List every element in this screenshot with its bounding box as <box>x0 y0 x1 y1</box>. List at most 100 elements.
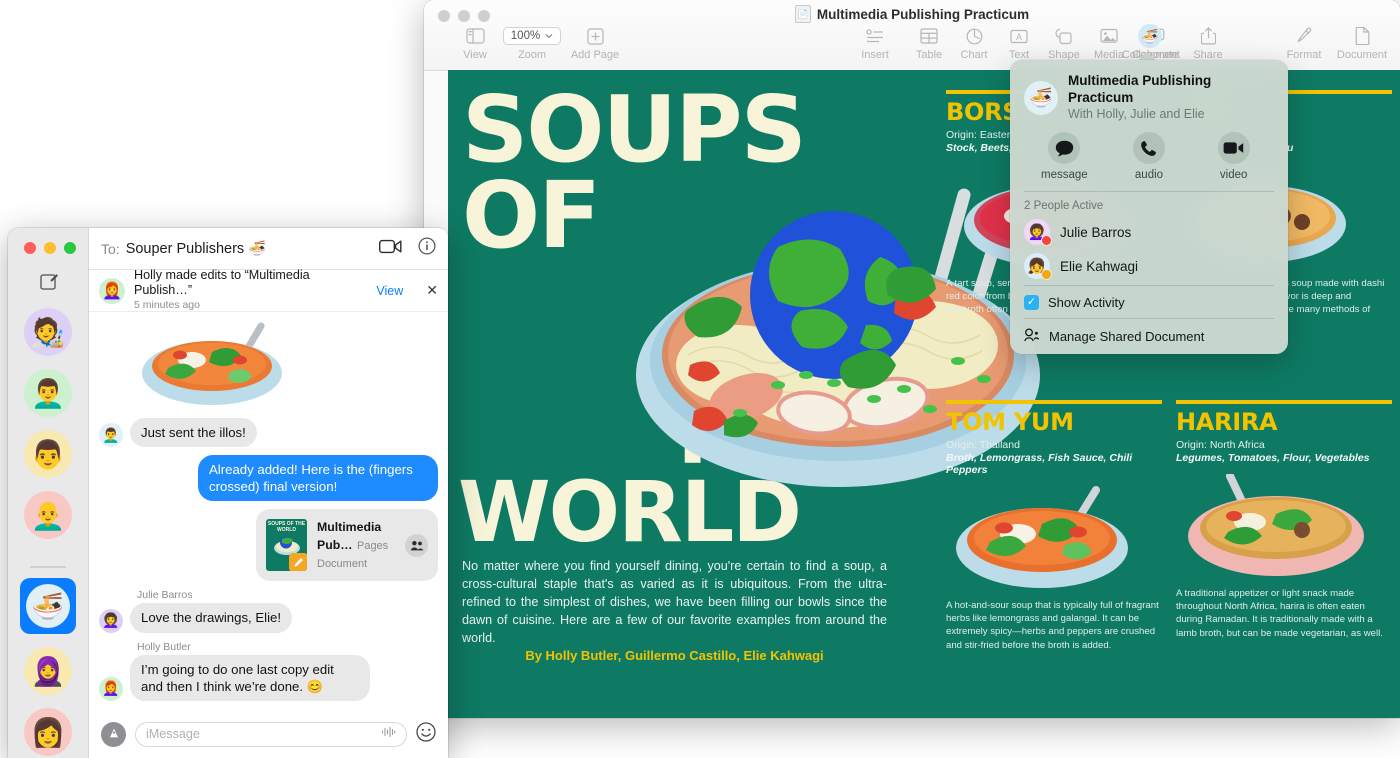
person-elie-kahwagi[interactable]: 👧 Elie Kahwagi <box>1010 249 1288 283</box>
minimize-button[interactable] <box>44 242 56 254</box>
recipe-origin: Origin: North Africa <box>1176 439 1392 451</box>
search-input[interactable]: iMessage <box>135 722 407 747</box>
recipe-name: TOM YUM <box>946 408 1162 436</box>
message-row: 👨‍🦱 Just sent the illos! <box>99 418 438 447</box>
active-people-header: 2 People Active <box>1010 194 1288 215</box>
toolbar-view-label: View <box>463 49 487 61</box>
format-brush-icon <box>1295 24 1313 48</box>
to-label: To: <box>101 241 120 257</box>
message-bubble[interactable]: I’m going to do one last copy edit and t… <box>130 655 370 701</box>
popover-divider <box>1024 285 1274 286</box>
message-image-bubble[interactable] <box>130 318 296 410</box>
thumbnail-title: SOUPS OF THE WORLD <box>266 522 307 533</box>
avatar: 👨‍🦱 <box>31 377 66 410</box>
pages-badge-icon <box>289 553 307 571</box>
sidebar-divider <box>30 566 66 568</box>
collaborate-avatar-icon: 🍜 <box>1138 24 1162 48</box>
person-name: Julie Barros <box>1060 225 1131 240</box>
info-circle-icon[interactable] <box>418 237 436 260</box>
avatar: 👩‍🦱 <box>1024 219 1050 245</box>
window-title-text: Multimedia Publishing Practicum <box>817 7 1029 22</box>
table-icon <box>920 24 938 48</box>
show-activity-label: Show Activity <box>1048 295 1125 310</box>
toolbar-share[interactable]: Share <box>1173 24 1243 61</box>
popover-doc-title: Multimedia Publishing Practicum <box>1068 73 1274 107</box>
recipient-name[interactable]: Souper Publishers 🍜 <box>126 240 267 257</box>
avatar: 🧑‍🎨 <box>31 316 66 349</box>
compose-bar: iMessage <box>89 710 448 758</box>
zoom-value: 100% <box>511 30 540 42</box>
toolbar-add-page[interactable]: Add Page <box>560 24 630 61</box>
compose-icon[interactable] <box>40 272 58 290</box>
message-action-label: message <box>1041 169 1088 181</box>
app-store-icon[interactable] <box>101 722 126 747</box>
toolbar-zoom-label: Zoom <box>518 49 546 61</box>
message-thread[interactable]: 👨‍🦱 Just sent the illos! Already added! … <box>89 312 448 710</box>
message-row: Already added! Here is the (fingers cros… <box>99 455 438 501</box>
message-bubble[interactable]: Just sent the illos! <box>130 418 257 447</box>
chevron-down-icon <box>545 33 553 39</box>
message-row: 👩‍🦰 I’m going to do one last copy edit a… <box>99 655 438 701</box>
zoom-popup-button[interactable]: 100% <box>503 27 561 45</box>
popover-participants: With Holly, Julie and Elie <box>1068 107 1274 123</box>
messages-main: To: Souper Publishers 🍜 👩‍🦰 Holly made e… <box>89 228 448 758</box>
manage-shared-document-button[interactable]: Manage Shared Document <box>1010 321 1288 348</box>
message-sender-name: Julie Barros <box>137 589 438 601</box>
person-julie-barros[interactable]: 👩‍🦱 Julie Barros <box>1010 215 1288 249</box>
poster-body-text: No matter where you find yourself dining… <box>462 558 887 647</box>
banner-view-button[interactable]: View <box>376 284 403 298</box>
recipe-description: A traditional appetizer or light snack m… <box>1176 587 1392 640</box>
sidebar-conversation-4[interactable]: 👨‍🦲 <box>24 491 72 539</box>
avatar: 👨‍🦲 <box>31 499 66 532</box>
message-bubble[interactable]: Already added! Here is the (fingers cros… <box>198 455 438 501</box>
shape-icon <box>1055 24 1073 48</box>
video-camera-icon <box>1218 132 1250 164</box>
audio-waveform-icon[interactable] <box>381 725 396 743</box>
toolbar-document[interactable]: Document <box>1327 24 1397 61</box>
person-name: Elie Kahwagi <box>1060 259 1138 274</box>
window-controls[interactable] <box>24 242 76 254</box>
close-button[interactable] <box>24 242 36 254</box>
video-action-button[interactable]: video <box>1201 132 1267 181</box>
document-thumbnail: SOUPS OF THE WORLD <box>266 519 307 571</box>
checkbox-checked-icon: ✓ <box>1024 295 1039 310</box>
close-icon[interactable]: ✕ <box>426 282 438 299</box>
sidebar-conversation-3[interactable]: 👨 <box>24 430 72 478</box>
popover-actions: message audio video <box>1010 130 1288 189</box>
sidebar-conversation-selected[interactable]: 🍜 <box>20 578 76 634</box>
maximize-button[interactable] <box>64 242 76 254</box>
tom-yum-bowl-illustration <box>946 486 1162 591</box>
message-action-button[interactable]: message <box>1031 132 1097 181</box>
sidebar-conversation-6[interactable]: 🧕 <box>24 647 72 695</box>
toolbar-add-page-label: Add Page <box>571 49 619 61</box>
sidebar-conversation-7[interactable]: 👩 <box>24 708 72 756</box>
sidebar-conversation-2[interactable]: 👨‍🦱 <box>24 369 72 417</box>
recipe-origin: Origin: Thailand <box>946 439 1162 451</box>
message-bubble[interactable]: Love the drawings, Elie! <box>130 603 292 632</box>
sidebar-conversation-1[interactable]: 🧑‍🎨 <box>24 308 72 356</box>
video-camera-icon[interactable] <box>379 239 402 259</box>
message-bubble-icon <box>1048 132 1080 164</box>
toolbar-zoom[interactable]: 100% Zoom <box>497 24 567 61</box>
avatar: 👩‍🦰 <box>99 278 125 304</box>
avatar: 👩‍🦱 <box>99 609 123 633</box>
status-badge <box>1041 269 1052 280</box>
document-attachment[interactable]: SOUPS OF THE WORLD Multimedia Pub… <box>256 509 438 581</box>
audio-action-button[interactable]: audio <box>1116 132 1182 181</box>
banner-title: Holly made edits to “Multimedia Publish…… <box>134 268 367 298</box>
avatar: 👨‍🦱 <box>99 423 123 447</box>
document-icon <box>1355 24 1370 48</box>
show-activity-toggle[interactable]: ✓ Show Activity <box>1010 288 1288 316</box>
popover-header: 🍜 Multimedia Publishing Practicum With H… <box>1010 70 1288 130</box>
window-title: 📄 Multimedia Publishing Practicum <box>424 5 1400 23</box>
poster-byline: By Holly Butler, Guillermo Castillo, Eli… <box>462 648 887 663</box>
recipe-ingredients: Broth, Lemongrass, Fish Sauce, Chili Pep… <box>946 452 1162 476</box>
phone-icon <box>1133 132 1165 164</box>
avatar: 👧 <box>1024 253 1050 279</box>
toolbar-format-label: Format <box>1287 49 1322 61</box>
smiley-icon[interactable] <box>416 722 436 746</box>
shared-people-icon <box>405 534 428 557</box>
avatar: 👨 <box>31 438 66 471</box>
audio-action-label: audio <box>1135 169 1163 181</box>
share-icon <box>1201 24 1216 48</box>
